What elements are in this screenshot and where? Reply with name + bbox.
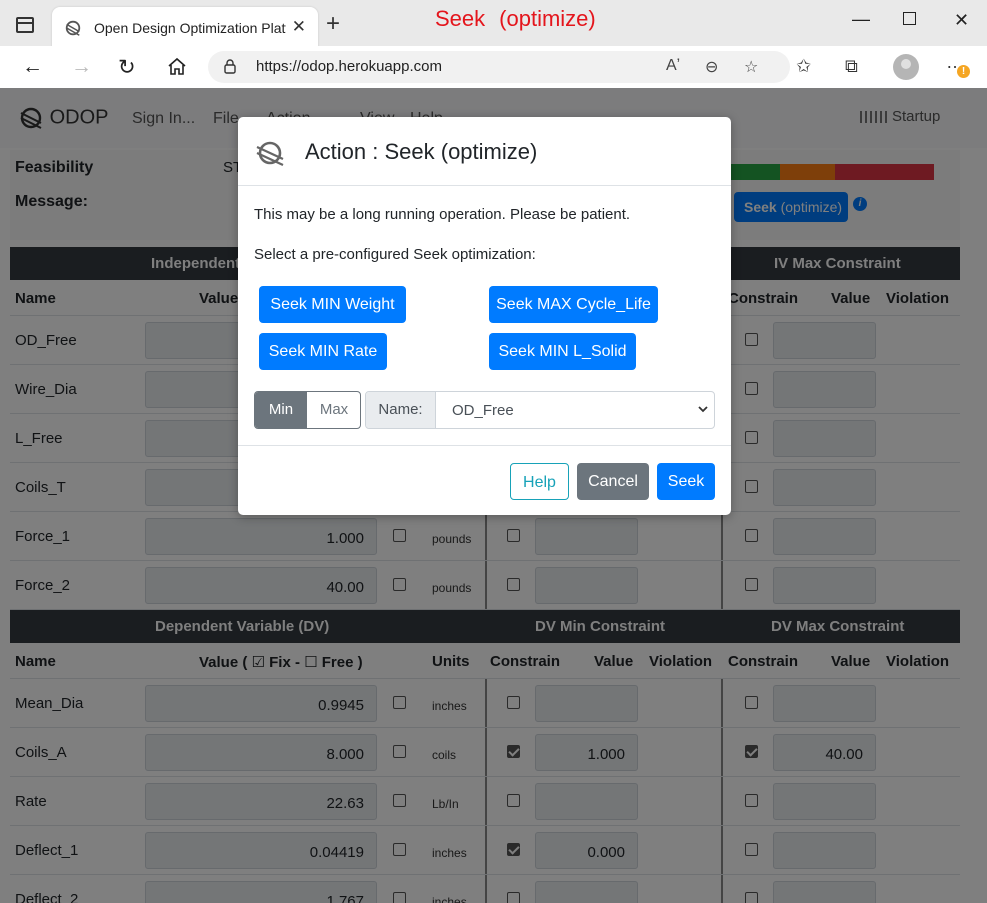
help-button[interactable]: Help	[510, 463, 569, 500]
modal-title: Action : Seek (optimize)	[305, 139, 538, 164]
back-icon[interactable]: ←	[22, 55, 43, 79]
seek-max-cycle-life-button[interactable]: Seek MAX Cycle_Life	[489, 286, 658, 323]
title-bar: Open Design Optimization Platfo ✕ + Seek…	[0, 0, 987, 47]
seek-button[interactable]: Seek	[657, 463, 715, 500]
maximize-icon[interactable]	[903, 12, 916, 25]
seek-min-l-solid-button[interactable]: Seek MIN L_Solid	[489, 333, 636, 370]
seek-min-rate-button[interactable]: Seek MIN Rate	[259, 333, 387, 370]
cancel-button[interactable]: Cancel	[577, 463, 649, 500]
lock-icon	[224, 59, 236, 74]
browser-tab[interactable]: Open Design Optimization Platfo ✕	[52, 7, 318, 47]
min-max-toggle: Min Max	[254, 391, 361, 429]
seek-min-weight-button[interactable]: Seek MIN Weight	[259, 286, 406, 323]
tab-actions-icon[interactable]	[16, 17, 34, 33]
read-aloud-icon[interactable]: Aʼ	[666, 57, 680, 75]
collections-icon[interactable]: ⧉	[845, 56, 858, 77]
minimize-icon[interactable]: —	[852, 9, 870, 30]
seek-modal: Action : Seek (optimize) This may be a l…	[238, 117, 731, 515]
screenshot-caption: Seek (optimize)	[435, 6, 596, 32]
refresh-icon[interactable]: ↻	[118, 55, 136, 80]
warning-badge-icon: !	[957, 65, 970, 78]
add-favorite-icon[interactable]: ☆	[744, 57, 758, 77]
url-text: https://odop.herokuapp.com	[256, 58, 442, 75]
window-close-icon[interactable]: ✕	[954, 10, 969, 31]
home-icon[interactable]	[167, 57, 187, 76]
forward-icon[interactable]: →	[71, 55, 92, 79]
url-bar[interactable]: https://odop.herokuapp.com Aʼ ⊖ ☆	[208, 51, 790, 83]
name-select[interactable]: OD_Free	[452, 402, 514, 419]
caption-sub: (optimize)	[499, 6, 596, 31]
tab-title: Open Design Optimization Platfo	[94, 20, 286, 36]
profile-avatar[interactable]	[893, 54, 919, 80]
modal-header: Action : Seek (optimize)	[238, 117, 731, 186]
favorites-icon[interactable]: ✩	[796, 56, 811, 77]
tab-close-icon[interactable]: ✕	[292, 17, 306, 37]
odop-favicon-icon	[65, 20, 81, 36]
name-select-label: Name:	[366, 392, 436, 428]
min-toggle-button[interactable]: Min	[255, 392, 307, 428]
modal-warning-text: This may be a long running operation. Pl…	[254, 206, 631, 223]
new-tab-icon[interactable]: +	[326, 10, 340, 38]
caption-main: Seek	[435, 6, 486, 31]
chevron-down-icon	[698, 406, 708, 413]
modal-select-text: Select a pre-configured Seek optimizatio…	[254, 246, 536, 263]
browser-chrome: Open Design Optimization Platfo ✕ + Seek…	[0, 0, 987, 88]
modal-footer: Help Cancel Seek	[238, 445, 731, 515]
odop-logo-icon	[256, 141, 284, 166]
max-toggle-button[interactable]: Max	[307, 392, 360, 428]
zoom-icon[interactable]: ⊖	[705, 57, 718, 77]
name-select-group: Name: OD_Free	[365, 391, 715, 429]
